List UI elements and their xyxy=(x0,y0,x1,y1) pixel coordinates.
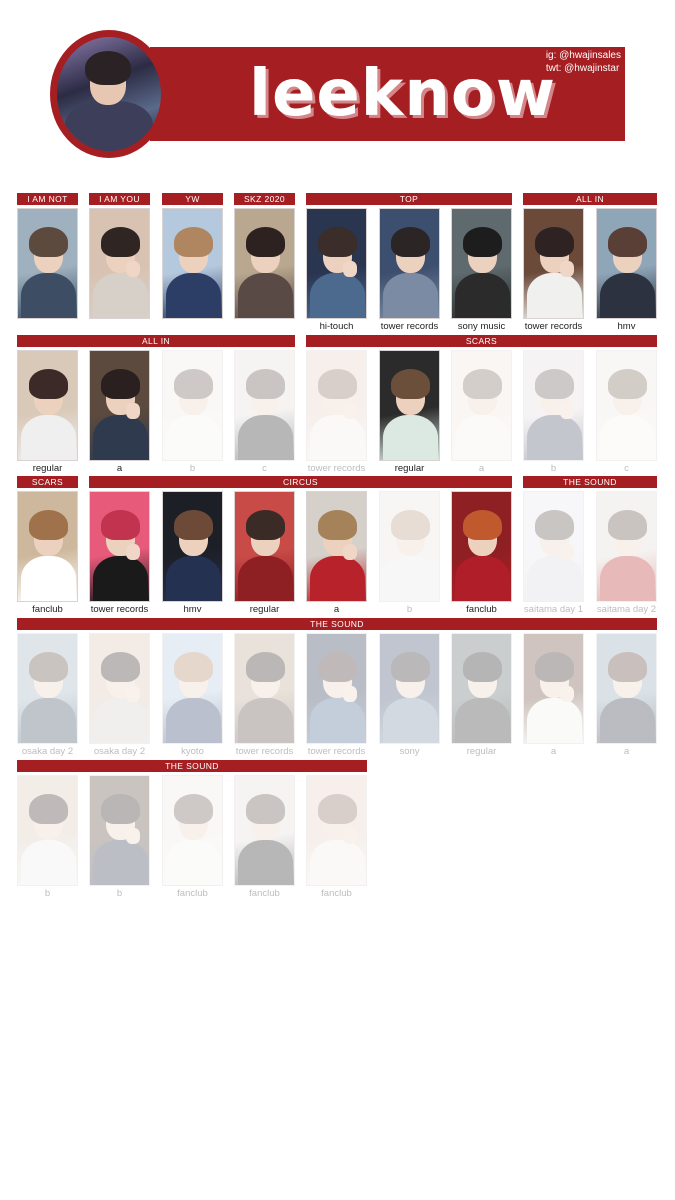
photocard xyxy=(89,633,150,744)
photocard xyxy=(162,633,223,744)
social-handles: ig: @hwajinsales twt: @hwajinstar xyxy=(546,49,621,75)
photocard xyxy=(379,633,440,744)
photocard-caption: tower records xyxy=(90,604,149,615)
photocard xyxy=(17,350,78,461)
photocard xyxy=(451,350,512,461)
title-banner: leeknow ig: @hwajinsales twt: @hwajinsta… xyxy=(150,47,625,141)
twitter-handle: twt: @hwajinstar xyxy=(545,63,620,74)
section-label: SCARS xyxy=(17,476,78,488)
photocard-caption: hmv xyxy=(617,321,636,332)
header: leeknow ig: @hwajinsales twt: @hwajinsta… xyxy=(0,0,675,175)
photocard-caption: hmv xyxy=(183,604,202,615)
photocard xyxy=(17,491,78,602)
photocard-caption: tower records xyxy=(307,463,366,474)
photocard xyxy=(306,633,367,744)
photocard xyxy=(89,208,150,319)
photocard-caption: a xyxy=(116,463,123,474)
photocard-caption: a xyxy=(333,604,340,615)
photocard xyxy=(596,491,657,602)
photocard-caption: b xyxy=(44,888,51,899)
photocard xyxy=(451,208,512,319)
photocard-caption: c xyxy=(624,463,629,474)
section-label: I AM NOT xyxy=(17,193,78,205)
section-label: THE SOUND xyxy=(17,760,367,772)
photocard xyxy=(17,775,78,886)
photocard xyxy=(596,350,657,461)
photocard-caption: fanclub xyxy=(177,888,208,899)
photocard xyxy=(379,491,440,602)
photocard xyxy=(17,208,78,319)
photocard xyxy=(17,633,78,744)
avatar xyxy=(50,30,168,158)
photocard xyxy=(306,491,367,602)
section-label: THE SOUND xyxy=(17,618,657,630)
photocard-caption: b xyxy=(189,463,196,474)
photocard-caption: a xyxy=(478,463,485,474)
photocard xyxy=(234,633,295,744)
section-label: YW xyxy=(162,193,223,205)
photocard-caption: fanclub xyxy=(249,888,280,899)
photocard-caption: saitama day 1 xyxy=(523,604,584,615)
photocard-caption: saitama day 2 xyxy=(596,604,657,615)
photocard xyxy=(234,208,295,319)
section-label: CIRCUS xyxy=(89,476,512,488)
photocard xyxy=(162,208,223,319)
photocard-caption: regular xyxy=(32,463,63,474)
photocard xyxy=(379,350,440,461)
photocard xyxy=(596,633,657,744)
photocard xyxy=(234,775,295,886)
photocard xyxy=(162,491,223,602)
section-label: TOP xyxy=(306,193,512,205)
photocard xyxy=(523,633,584,744)
instagram-handle: ig: @hwajinsales xyxy=(545,50,621,61)
photocard-caption: hi-touch xyxy=(319,321,354,332)
photocard-caption: kyoto xyxy=(181,746,204,757)
avatar-photo xyxy=(57,37,161,151)
photocard xyxy=(234,350,295,461)
photocard xyxy=(89,491,150,602)
photocard xyxy=(523,491,584,602)
photocard-caption: c xyxy=(262,463,267,474)
photocard xyxy=(451,491,512,602)
photocard-caption: tower records xyxy=(307,746,366,757)
section-label: ALL IN xyxy=(17,335,295,347)
photocard-caption: b xyxy=(550,463,557,474)
photocard-caption: a xyxy=(623,746,630,757)
photocard-caption: regular xyxy=(466,746,497,757)
photocard-caption: tower records xyxy=(524,321,583,332)
photocard xyxy=(89,350,150,461)
photocard-caption: fanclub xyxy=(32,604,63,615)
photocard xyxy=(234,491,295,602)
section-label: I AM YOU xyxy=(89,193,150,205)
photocard xyxy=(306,350,367,461)
photocard-caption: osaka day 2 xyxy=(93,746,146,757)
photocard xyxy=(379,208,440,319)
photocard-caption: sony xyxy=(399,746,420,757)
photocard-caption: regular xyxy=(249,604,280,615)
photocard xyxy=(162,775,223,886)
section-label: SKZ 2020 xyxy=(234,193,295,205)
photocard-caption: tower records xyxy=(235,746,294,757)
section-label: THE SOUND xyxy=(523,476,657,488)
photocard-caption: regular xyxy=(394,463,425,474)
photocard-caption: a xyxy=(550,746,557,757)
photocard xyxy=(306,208,367,319)
photocard xyxy=(306,775,367,886)
photocard xyxy=(162,350,223,461)
section-label: SCARS xyxy=(306,335,657,347)
section-label: ALL IN xyxy=(523,193,657,205)
photocard xyxy=(451,633,512,744)
photocard-caption: tower records xyxy=(380,321,439,332)
photocard-caption: fanclub xyxy=(466,604,497,615)
photocard-caption: fanclub xyxy=(321,888,352,899)
photocard-caption: b xyxy=(406,604,413,615)
photocard xyxy=(523,208,584,319)
photocard xyxy=(596,208,657,319)
photocard-caption: b xyxy=(116,888,123,899)
photocard-caption: sony music xyxy=(457,321,506,332)
photocard xyxy=(523,350,584,461)
photocard xyxy=(89,775,150,886)
photocard-caption: osaka day 2 xyxy=(21,746,74,757)
